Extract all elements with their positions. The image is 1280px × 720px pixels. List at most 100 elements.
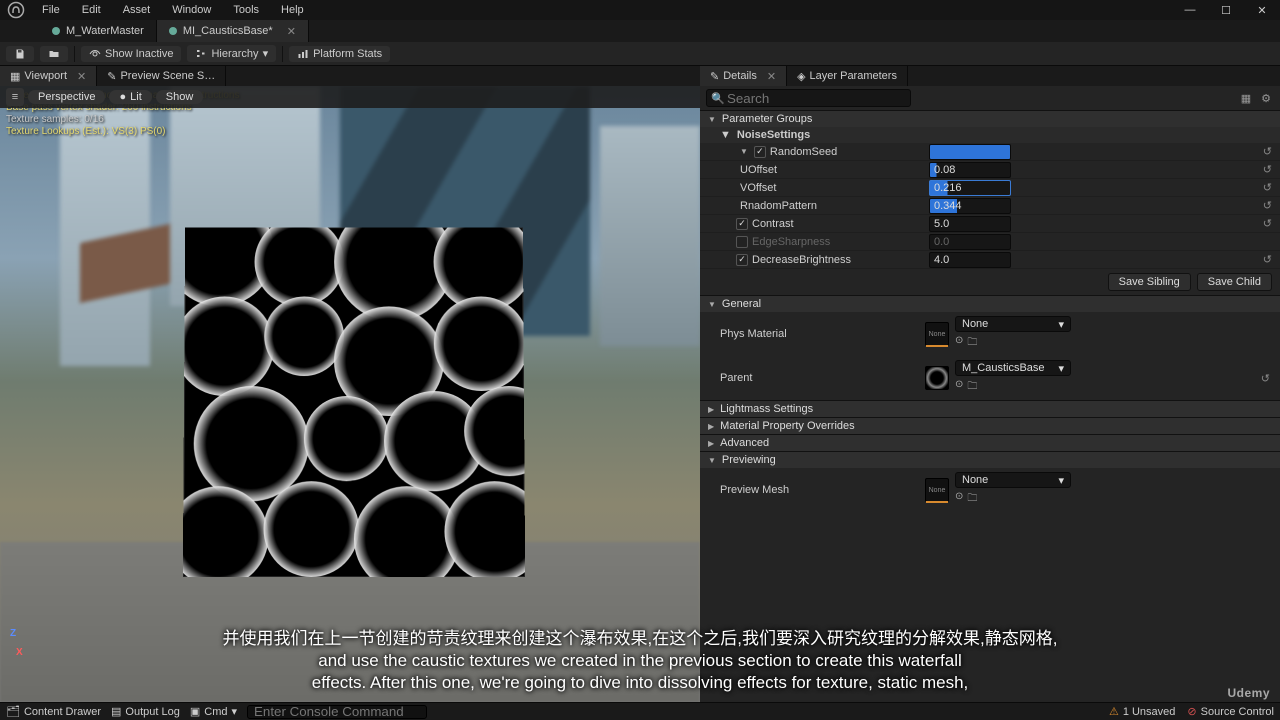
param-contrast: Contrast 5.0 ↺ xyxy=(700,215,1280,233)
cat-parameter-groups[interactable]: ▼Parameter Groups xyxy=(700,110,1280,127)
tab-label: Preview Scene S… xyxy=(120,70,215,82)
log-icon: ▤ xyxy=(111,705,121,718)
asset-thumbnail[interactable] xyxy=(925,366,949,390)
reset-icon[interactable]: ↺ xyxy=(1263,199,1272,212)
maximize-button[interactable]: ☐ xyxy=(1208,2,1244,19)
cat-advanced[interactable]: ▶Advanced xyxy=(700,434,1280,451)
source-control-button[interactable]: ⊘Source Control xyxy=(1187,705,1274,718)
tab-label: Layer Parameters xyxy=(810,70,897,82)
param-value[interactable]: 0.216 xyxy=(929,180,1011,196)
unsaved-indicator[interactable]: ⚠1 Unsaved xyxy=(1109,705,1175,718)
override-checkbox[interactable] xyxy=(736,254,748,266)
param-rnadom-pattern: RnadomPattern 0.344 ↺ xyxy=(700,197,1280,215)
close-tab-icon[interactable]: ✕ xyxy=(287,25,296,38)
material-dot-icon xyxy=(169,27,177,35)
view-options-icon[interactable]: ▦ xyxy=(1238,92,1254,105)
chevron-right-icon: ▶ xyxy=(708,405,714,414)
use-selected-icon[interactable]: ⊙ xyxy=(955,335,963,352)
preview-mesh-dropdown[interactable]: None▾ xyxy=(955,472,1071,488)
menu-asset[interactable]: Asset xyxy=(113,2,161,18)
param-value[interactable]: 0.0 xyxy=(929,234,1011,250)
hierarchy-label: Hierarchy xyxy=(211,48,258,60)
cat-material-overrides[interactable]: ▶Material Property Overrides xyxy=(700,417,1280,434)
cmd-dropdown[interactable]: ▣Cmd ▾ xyxy=(190,705,237,718)
override-checkbox[interactable] xyxy=(754,146,766,158)
chevron-down-icon: ▼ xyxy=(708,115,716,124)
browse-button[interactable] xyxy=(40,46,68,62)
reset-icon[interactable]: ↺ xyxy=(1263,217,1272,230)
phys-material-dropdown[interactable]: None▾ xyxy=(955,316,1071,332)
axis-gizmo: Z X xyxy=(10,628,23,658)
chevron-right-icon: ▶ xyxy=(708,439,714,448)
asset-thumbnail[interactable]: None xyxy=(925,478,949,502)
close-button[interactable]: ✕ xyxy=(1244,2,1280,19)
asset-thumbnail[interactable]: None xyxy=(925,322,949,346)
scene-backdrop xyxy=(600,126,700,346)
hierarchy-button[interactable]: Hierarchy ▾ xyxy=(187,45,276,62)
reset-icon[interactable]: ↺ xyxy=(1261,372,1270,385)
param-value[interactable]: 5.0 xyxy=(929,216,1011,232)
output-log-button[interactable]: ▤Output Log xyxy=(111,705,180,718)
save-child-button[interactable]: Save Child xyxy=(1197,273,1272,291)
use-selected-icon[interactable]: ⊙ xyxy=(955,491,963,508)
browse-to-asset-icon[interactable]: 🗀 xyxy=(967,379,977,396)
minimize-button[interactable]: — xyxy=(1172,2,1208,19)
reset-icon[interactable]: ↺ xyxy=(1263,145,1272,158)
content-drawer-button[interactable]: 🗂Content Drawer xyxy=(6,705,101,718)
param-decrease-brightness: DecreaseBrightness 4.0 ↺ xyxy=(700,251,1280,269)
browse-to-asset-icon[interactable]: 🗀 xyxy=(967,335,977,352)
search-input[interactable] xyxy=(706,89,911,107)
viewport-options-icon[interactable]: ≡ xyxy=(6,88,24,106)
preview-plane xyxy=(183,227,525,577)
left-column: ▦ Viewport ✕ ✎ Preview Scene S… ≡ Perspe… xyxy=(0,66,700,702)
show-dropdown[interactable]: Show xyxy=(156,90,204,104)
tab-details[interactable]: ✎ Details ✕ xyxy=(700,66,787,86)
tab-water-master[interactable]: M_WaterMaster xyxy=(40,20,157,42)
tab-caustics-base[interactable]: MI_CausticsBase* ✕ xyxy=(157,20,309,42)
main-split: ▦ Viewport ✕ ✎ Preview Scene S… ≡ Perspe… xyxy=(0,66,1280,702)
param-value[interactable]: 0.344 xyxy=(929,198,1011,214)
viewport[interactable]: ≡ Perspective ●Lit Show Base pass shader… xyxy=(0,86,700,702)
tab-preview-scene[interactable]: ✎ Preview Scene S… xyxy=(97,66,226,86)
chevron-down-icon: ▾ xyxy=(1058,474,1064,487)
reset-icon[interactable]: ↺ xyxy=(1263,163,1272,176)
menu-tools[interactable]: Tools xyxy=(223,2,269,18)
cat-lightmass[interactable]: ▶Lightmass Settings xyxy=(700,400,1280,417)
parent-dropdown[interactable]: M_CausticsBase▾ xyxy=(955,360,1071,376)
save-buttons-row: Save Sibling Save Child xyxy=(700,269,1280,295)
app-logo-icon xyxy=(0,0,32,20)
param-value[interactable]: 0.08 xyxy=(929,162,1011,178)
subcat-noise-settings[interactable]: ▼NoiseSettings xyxy=(700,127,1280,143)
save-sibling-button[interactable]: Save Sibling xyxy=(1108,273,1191,291)
close-icon[interactable]: ✕ xyxy=(77,70,86,83)
right-column: ✎ Details ✕ ◈ Layer Parameters 🔍 ▦ ⚙ ▼Pa… xyxy=(700,66,1280,702)
cat-general[interactable]: ▼General xyxy=(700,295,1280,312)
show-inactive-button[interactable]: Show Inactive xyxy=(81,46,181,62)
menu-window[interactable]: Window xyxy=(162,2,221,18)
save-button[interactable] xyxy=(6,46,34,62)
material-dot-icon xyxy=(52,27,60,35)
use-selected-icon[interactable]: ⊙ xyxy=(955,379,963,396)
cat-previewing[interactable]: ▼Previewing xyxy=(700,451,1280,468)
tab-layer-parameters[interactable]: ◈ Layer Parameters xyxy=(787,66,908,86)
param-value[interactable]: 4.0 xyxy=(929,252,1011,268)
override-checkbox[interactable] xyxy=(736,218,748,230)
drawer-icon: 🗂 xyxy=(6,705,20,718)
close-icon[interactable]: ✕ xyxy=(767,70,776,83)
menu-file[interactable]: File xyxy=(32,2,70,18)
perspective-dropdown[interactable]: Perspective xyxy=(28,90,105,104)
menu-edit[interactable]: Edit xyxy=(72,2,111,18)
chevron-down-icon[interactable]: ▼ xyxy=(740,147,748,156)
lit-dropdown[interactable]: ●Lit xyxy=(109,90,151,104)
reset-icon[interactable]: ↺ xyxy=(1263,253,1272,266)
param-value[interactable] xyxy=(929,144,1011,160)
console-input[interactable] xyxy=(247,705,427,719)
override-checkbox[interactable] xyxy=(736,236,748,248)
menu-help[interactable]: Help xyxy=(271,2,314,18)
platform-stats-button[interactable]: Platform Stats xyxy=(289,46,390,62)
viewport-icon: ▦ xyxy=(10,70,20,83)
settings-icon[interactable]: ⚙ xyxy=(1258,92,1274,105)
tab-viewport[interactable]: ▦ Viewport ✕ xyxy=(0,66,97,86)
browse-to-asset-icon[interactable]: 🗀 xyxy=(967,491,977,508)
reset-icon[interactable]: ↺ xyxy=(1263,181,1272,194)
